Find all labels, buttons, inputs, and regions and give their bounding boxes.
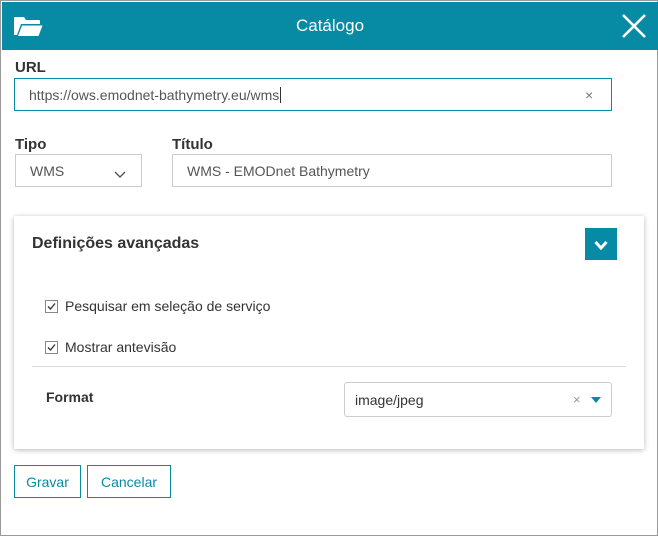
type-value: WMS [30,162,65,179]
format-select[interactable]: image/jpeg × [344,382,612,417]
catalog-dialog: Catálogo URL https://ows.emodnet-bathyme… [0,0,658,536]
checkbox[interactable] [45,299,58,313]
divider [32,366,626,367]
url-label: URL [15,59,46,76]
type-select[interactable]: WMS [15,154,142,187]
checkbox-label: Mostrar antevisão [65,339,177,355]
text-cursor [280,86,282,103]
checkbox-label: Pesquisar em seleção de serviço [65,298,271,314]
url-value: https://ows.emodnet-bathymetry.eu/wms [29,86,280,103]
option-search-in-service[interactable]: Pesquisar em seleção de serviço [45,298,270,314]
cancel-button[interactable]: Cancelar [87,465,171,498]
option-show-preview[interactable]: Mostrar antevisão [45,339,176,355]
format-clear-button[interactable]: × [573,392,581,407]
save-button[interactable]: Gravar [14,465,81,498]
advanced-settings-title[interactable]: Definições avançadas [32,235,199,253]
url-input[interactable]: https://ows.emodnet-bathymetry.eu/wms × [14,78,612,111]
chevron-down-icon [114,166,126,182]
advanced-settings-panel: Definições avançadas Pesquisar em seleçã… [14,216,644,449]
url-clear-button[interactable]: × [585,87,593,103]
type-label: Tipo [15,136,47,153]
dialog-header: Catálogo [2,2,658,50]
advanced-toggle-button[interactable] [585,228,617,260]
checkbox[interactable] [45,340,58,354]
close-icon[interactable] [619,11,649,41]
caret-down-icon[interactable] [591,397,601,403]
dialog-title: Catálogo [295,16,365,35]
format-label: Format [46,389,94,405]
title-label: Título [172,136,213,153]
chevron-down-icon [594,238,608,256]
title-input[interactable]: WMS - EMODnet Bathymetry [172,154,612,187]
title-value: WMS - EMODnet Bathymetry [187,162,370,179]
format-value: image/jpeg [355,392,424,408]
